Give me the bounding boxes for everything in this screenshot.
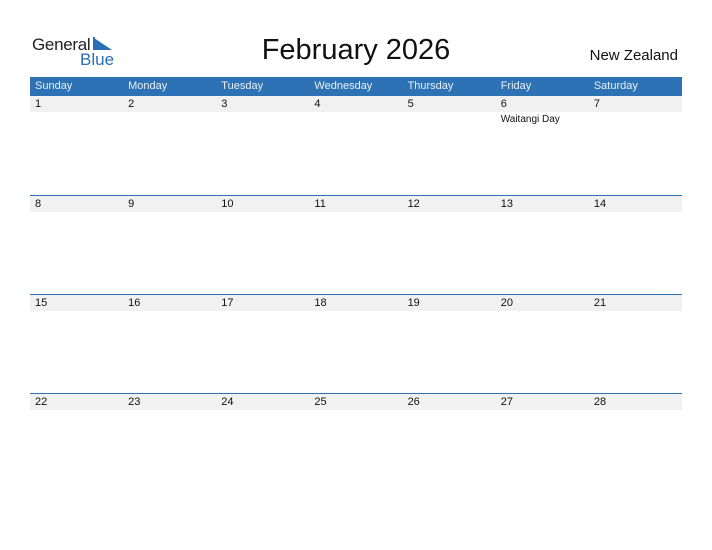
day-number: 27 (495, 394, 589, 410)
day-number: 25 (309, 394, 403, 410)
week-row: 8 9 10 11 12 13 14 (30, 195, 682, 294)
country-label: New Zealand (589, 47, 678, 64)
day-cell[interactable]: 22 (30, 394, 124, 492)
day-number: 2 (123, 96, 217, 112)
day-number: 5 (402, 96, 496, 112)
week-row: 1 2 3 4 5 6 Waitangi Day 7 (30, 96, 682, 195)
week-row: 15 16 17 18 19 20 21 (30, 294, 682, 393)
day-cell[interactable]: 11 (309, 196, 403, 294)
weekday-tuesday: Tuesday (221, 80, 264, 92)
day-number: 15 (30, 295, 124, 311)
day-number: 24 (216, 394, 310, 410)
day-cell[interactable]: 16 (123, 295, 217, 393)
day-cell[interactable]: 12 (402, 196, 496, 294)
day-number: 21 (588, 295, 682, 311)
day-number: 1 (30, 96, 124, 112)
day-cell[interactable]: 2 (123, 96, 217, 195)
weekday-wednesday: Wednesday (314, 80, 373, 92)
holiday-label: Waitangi Day (500, 114, 560, 125)
calendar-grid: Sunday Monday Tuesday Wednesday Thursday Frid… (30, 77, 682, 492)
weekday-monday: Monday (128, 80, 168, 92)
day-number: 10 (216, 196, 310, 212)
day-number: 12 (402, 196, 496, 212)
day-number: 19 (402, 295, 496, 311)
day-cell[interactable]: 4 (309, 96, 403, 195)
day-number: 20 (495, 295, 589, 311)
day-number: 28 (588, 394, 682, 410)
day-cell[interactable]: 20 (495, 295, 589, 393)
calendar-weeks: 1 2 3 4 5 6 Waitangi Day 7 8 9 10 11 12 13 14 15 16 17 18 1… (30, 96, 682, 492)
day-cell[interactable]: 9 (123, 196, 217, 294)
day-cell[interactable]: 5 (402, 96, 496, 195)
weekday-friday: Friday (500, 80, 532, 92)
weekday-header: Sunday Monday Tuesday Wednesday Thursday Frid… (30, 77, 682, 96)
day-number: 7 (588, 96, 682, 112)
day-cell[interactable]: 14 (588, 196, 682, 294)
day-number: 18 (309, 295, 403, 311)
day-number: 23 (123, 394, 217, 410)
day-number: 26 (402, 394, 496, 410)
day-cell[interactable]: 10 (216, 196, 310, 294)
day-cell[interactable]: 6 Waitangi Day (495, 96, 589, 195)
day-number: 16 (123, 295, 217, 311)
day-number: 3 (216, 96, 310, 112)
day-number: 11 (309, 196, 403, 212)
day-cell[interactable]: 15 (30, 295, 124, 393)
day-number: 9 (123, 196, 217, 212)
day-cell[interactable]: 13 (495, 196, 589, 294)
day-number: 22 (30, 394, 124, 410)
weekday-saturday: Saturday (593, 80, 638, 92)
week-row: 22 23 24 25 26 27 28 (30, 393, 682, 492)
day-cell[interactable]: 23 (123, 394, 217, 492)
day-number: 4 (309, 96, 403, 112)
day-number: 8 (30, 196, 124, 212)
day-cell[interactable]: 19 (402, 295, 496, 393)
day-cell[interactable]: 26 (402, 394, 496, 492)
day-cell[interactable]: 21 (588, 295, 682, 393)
day-cell[interactable]: 1 (30, 96, 124, 195)
day-cell[interactable]: 25 (309, 394, 403, 492)
day-number: 14 (588, 196, 682, 212)
day-cell[interactable]: 17 (216, 295, 310, 393)
weekday-thursday: Thursday (407, 80, 454, 92)
day-cell[interactable]: 24 (216, 394, 310, 492)
day-number: 17 (216, 295, 310, 311)
day-cell[interactable]: 18 (309, 295, 403, 393)
day-cell[interactable]: 3 (216, 96, 310, 195)
day-number: 13 (495, 196, 589, 212)
day-cell[interactable]: 7 (588, 96, 682, 195)
day-cell[interactable]: 28 (588, 394, 682, 492)
day-cell[interactable]: 27 (495, 394, 589, 492)
weekday-sunday: Sunday (35, 80, 73, 92)
day-cell[interactable]: 8 (30, 196, 124, 294)
day-number: 6 (495, 96, 589, 112)
